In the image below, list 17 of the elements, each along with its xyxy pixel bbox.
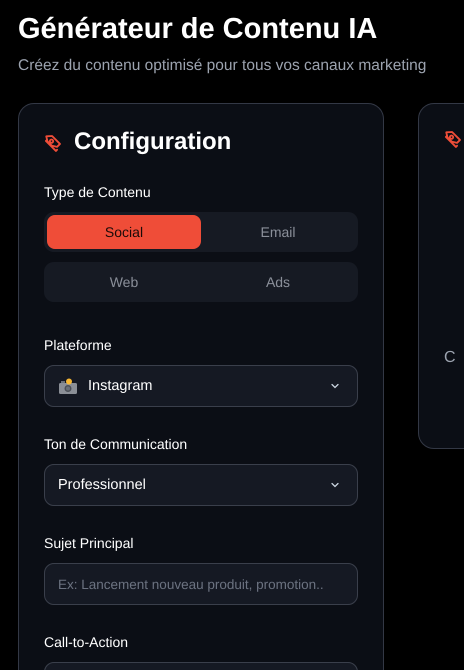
content-type-tab[interactable]: Social [47, 215, 201, 249]
dropdown-select[interactable]: Instagram [44, 365, 358, 407]
page-subtitle: Créez du contenu optimisé pour tous vos canaux marketing [18, 56, 428, 76]
field-label: Plateforme [44, 336, 113, 354]
content-type-tab[interactable]: Email [201, 215, 355, 249]
camera-flash-icon [58, 377, 78, 395]
field-label: Call-to-Action [44, 633, 130, 651]
field-label: Type de Contenu [44, 183, 152, 201]
output-text: C [444, 349, 457, 367]
text-input[interactable]: Ex: Lancement nouveau produit, promotion.. [44, 563, 358, 605]
card-title: Configuration [74, 128, 232, 156]
content-type-tab[interactable]: Web [47, 265, 201, 299]
content-type-tab[interactable]: Ads [201, 265, 355, 299]
dropdown-select[interactable]: Professionnel [44, 464, 358, 506]
page-title: Générateur de Contenu IA [18, 12, 378, 46]
field-label: Sujet Principal [44, 534, 134, 552]
field-label: Ton de Communication [44, 435, 188, 453]
